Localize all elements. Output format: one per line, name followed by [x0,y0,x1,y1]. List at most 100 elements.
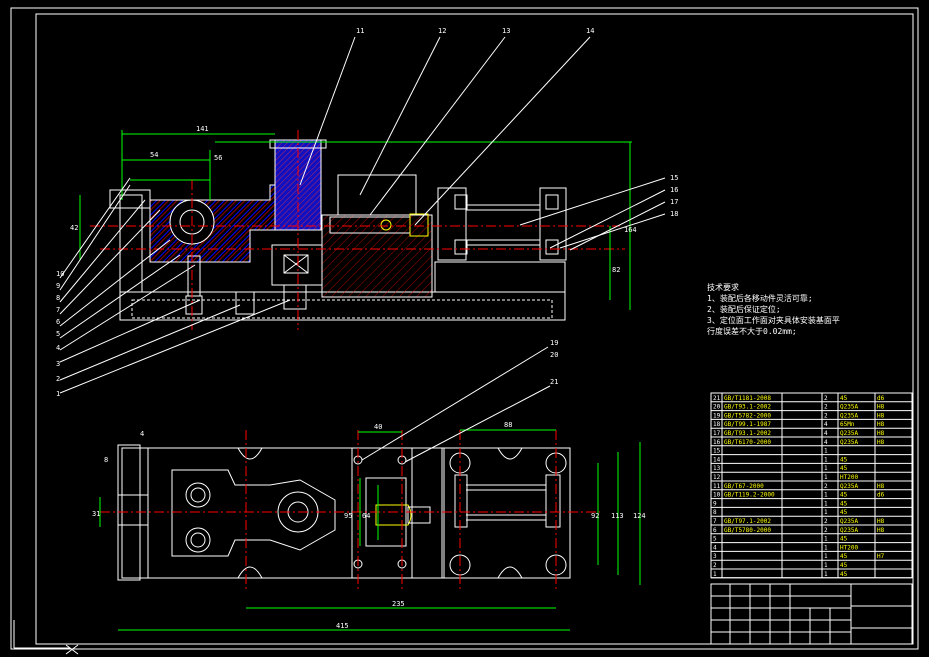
balloon-7: 7 [56,306,60,314]
bom-cell: 19 [713,412,721,419]
bom-cell: 2 [713,562,717,569]
bom-cell: 2 [824,527,828,534]
dim-label: 235 [392,600,405,608]
balloon-9: 9 [56,282,60,290]
balloon-14: 14 [586,27,594,35]
bom-cell: 7 [713,518,717,525]
dim-label: 31 [92,510,100,518]
bom-cell: 3 [713,553,717,560]
bom-cell: 45 [840,456,848,463]
bom-cell: 4 [713,544,717,551]
balloon-15: 15 [670,174,678,182]
title-block [710,583,913,645]
bom-cell: Q235A [840,518,858,525]
bom-cell: 2 [824,395,828,402]
bom-cell: 45 [840,562,848,569]
bom-cell: d6 [877,492,885,499]
bom-cell: 1 [824,571,828,578]
dim-label: 82 [612,266,620,274]
bom-cell: HT200 [840,474,858,481]
balloon-3: 3 [56,360,60,368]
bom-cell: H8 [877,404,885,411]
dim-label: 42 [70,224,78,232]
bom-cell: 15 [713,448,721,455]
dim-label: 4 [140,430,144,438]
balloon-17: 17 [670,198,678,206]
dim-label: 54 [150,151,158,159]
bom-cell: 45 [840,509,848,516]
dim-label: 124 [633,512,646,520]
balloon-16: 16 [670,186,678,194]
bom-cell: H7 [877,553,885,560]
bom-cell: H8 [877,439,885,446]
bom-cell: 4 [824,430,828,437]
bom-cell: 1 [824,448,828,455]
bom-cell: 45 [840,571,848,578]
bom-cell: 8 [713,509,717,516]
balloon-4: 4 [56,344,60,352]
bom-cell: 21 [713,395,721,402]
bom-cell: 1 [713,571,717,578]
bom-cell: Q235A [840,430,858,437]
bom-cell: 65Mn [840,421,855,428]
bom-cell: 45 [840,395,848,402]
bom-cell: GB/T1181-2008 [724,395,771,402]
bom-cell: 45 [840,553,848,560]
bom-cell: GB/T93.1-2002 [724,430,771,437]
balloon-19: 19 [550,339,558,347]
bom-cell: H8 [877,527,885,534]
bom-cell: H8 [877,430,885,437]
dim-label: 8 [104,456,108,464]
top-view: 40 88 4 8 31 95 64 92 113 124 235 415 19… [92,339,646,631]
bom-cell: Q235A [840,439,858,446]
bom-cell: 10 [713,492,721,499]
balloon-13: 13 [502,27,510,35]
bom-cell: 11 [713,483,721,490]
bom-cell: 45 [840,465,848,472]
bom-cell: Q235A [840,412,858,419]
balloon-8: 8 [56,294,60,302]
bom-cell: H8 [877,483,885,490]
balloon-11: 11 [356,27,364,35]
dim-label: 92 [591,512,599,520]
bom-cell: Q235A [840,527,858,534]
notes-line: 行度误差不大于0.02mm; [707,327,797,336]
bom-cell: Q235A [840,483,858,490]
balloon-12: 12 [438,27,446,35]
notes-line: 3、定位面工作面对夹具体安装基面平 [707,316,840,325]
bom-cell: 16 [713,439,721,446]
notes-line: 1、装配后各移动件灵活可靠; [707,294,813,303]
dim-label: 56 [214,154,222,162]
bom-cell: H8 [877,421,885,428]
front-view: 141 54 42 56 164 82 11 12 13 14 15 16 17… [56,27,678,398]
dim-label: 415 [336,622,349,630]
dim-label: 64 [362,512,370,520]
bom-cell: 1 [824,536,828,543]
dim-label: 113 [611,512,624,520]
bom-cell: 1 [824,456,828,463]
bom-cell: 12 [713,474,721,481]
bom-cell: GB/T6170-2000 [724,439,771,446]
balloon-10: 10 [56,270,64,278]
notes-line: 2、装配后保证定位; [707,305,781,314]
dim-label: 164 [624,226,637,234]
dim-label: 40 [374,423,382,431]
bom-cell: 2 [824,518,828,525]
balloon-18: 18 [670,210,678,218]
balloon-1: 1 [56,390,60,398]
technical-notes: 技术要求 1、装配后各移动件灵活可靠; 2、装配后保证定位; 3、定位面工作面对… [707,282,840,337]
bom-cell: GB/T5780-2000 [724,527,771,534]
bom-cell: 13 [713,465,721,472]
bom-cell: 45 [840,500,848,507]
notes-heading: 技术要求 [707,283,739,292]
bom-cell: 20 [713,404,721,411]
bom-cell: HT200 [840,544,858,551]
bom-cell: GB/T5782-2000 [724,412,771,419]
bom-cell: GB/T97.1-2002 [724,518,771,525]
bom-cell: 1 [824,509,828,516]
balloon-6: 6 [56,318,60,326]
bom-cell: 6 [713,527,717,534]
bom-cell: 2 [824,404,828,411]
bom-cell: 5 [713,536,717,543]
bom-cell: 2 [824,483,828,490]
